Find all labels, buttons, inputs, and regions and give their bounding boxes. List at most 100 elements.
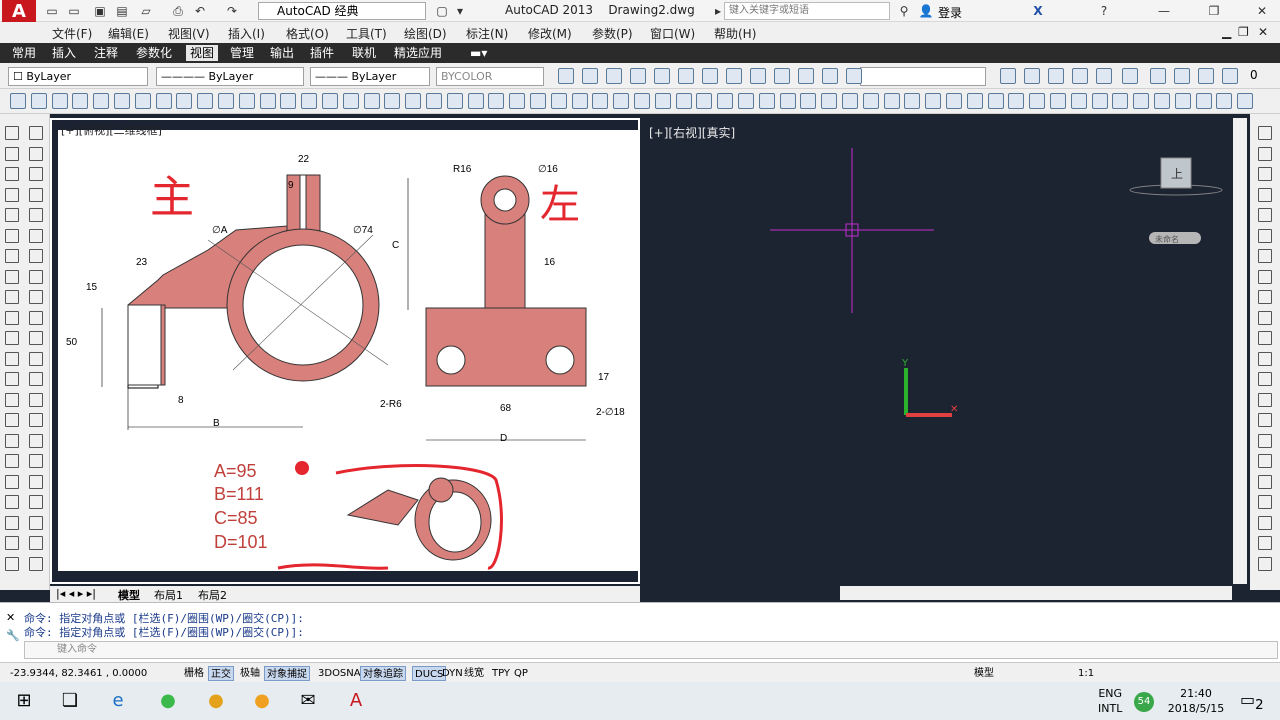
toolbar-button-icon[interactable]: [155, 93, 172, 109]
toolbar-button-icon[interactable]: [1237, 93, 1254, 109]
toolbar-button-icon[interactable]: [1195, 93, 1212, 109]
toolbar-button-icon[interactable]: [758, 93, 775, 109]
toolbar-button-icon[interactable]: [592, 93, 609, 109]
menu-view[interactable]: 视图(V): [168, 25, 210, 42]
tab-manage[interactable]: 管理: [226, 45, 258, 61]
save-icon[interactable]: ▣: [92, 3, 108, 19]
menu-modify[interactable]: 修改(M): [528, 25, 572, 42]
toolbar-button-icon[interactable]: [1070, 93, 1087, 109]
toolbar-button-icon[interactable]: [114, 93, 130, 109]
action-center-icon[interactable]: ▭2: [1240, 690, 1264, 713]
app-icon[interactable]: ●: [198, 686, 234, 716]
doc-minimize-icon[interactable]: ▁: [1222, 25, 1231, 39]
toolbar-button-icon[interactable]: [883, 93, 900, 109]
tool-icon[interactable]: [5, 556, 19, 571]
tool-icon[interactable]: [5, 146, 19, 161]
menu-format[interactable]: 格式(O): [286, 25, 329, 42]
tool-icon[interactable]: [5, 351, 19, 366]
toolbar-button-icon[interactable]: [738, 93, 754, 109]
tool-icon[interactable]: [1258, 310, 1272, 325]
task-view-icon[interactable]: ❏: [52, 686, 88, 716]
minimize-icon[interactable]: —: [1156, 3, 1172, 19]
lineweight-toggle[interactable]: 线宽: [462, 666, 486, 681]
toolbar-button-icon[interactable]: [750, 68, 766, 84]
autocad-taskbar-icon[interactable]: A: [338, 686, 374, 716]
tool-icon[interactable]: [29, 454, 43, 468]
toolbar-button-icon[interactable]: [634, 93, 650, 109]
doc-restore-icon[interactable]: ❐: [1238, 25, 1249, 39]
tool-icon[interactable]: [5, 392, 19, 407]
autocad-logo-icon[interactable]: A: [2, 0, 36, 24]
toolbar-button-icon[interactable]: [1048, 68, 1064, 84]
tool-icon[interactable]: [5, 372, 19, 386]
grid-toggle[interactable]: 栅格: [182, 666, 206, 681]
tool-icon[interactable]: [1258, 515, 1272, 530]
toolbar-button-icon[interactable]: [342, 93, 359, 109]
toolbar-button-icon[interactable]: [509, 93, 526, 109]
toolbar-button-icon[interactable]: [176, 93, 193, 109]
tool-icon[interactable]: [29, 310, 43, 325]
undo-icon[interactable]: ↶: [192, 3, 208, 19]
tab-view[interactable]: 视图: [186, 45, 219, 61]
left-viewport-label[interactable]: [+][俯视][二维线框]: [61, 122, 162, 138]
toolbar-button-icon[interactable]: [558, 68, 574, 84]
toolbar-button-icon[interactable]: [842, 93, 858, 109]
toolbar-button-icon[interactable]: [1072, 68, 1088, 84]
toolbar-button-icon[interactable]: [93, 93, 110, 109]
toolbar-button-icon[interactable]: [1133, 93, 1150, 109]
toolbar-button-icon[interactable]: [606, 68, 622, 84]
toolbar-button-icon[interactable]: [1091, 93, 1108, 109]
toolbar-button-icon[interactable]: [800, 93, 817, 109]
toolbar-button-icon[interactable]: [822, 68, 838, 84]
tool-icon[interactable]: [5, 495, 19, 509]
toolbar-button-icon[interactable]: [675, 93, 692, 109]
tool-icon[interactable]: [5, 433, 19, 448]
lineweight-combo[interactable]: ——— ByLayer: [310, 67, 430, 86]
tool-icon[interactable]: [1258, 433, 1272, 448]
tab-insert[interactable]: 插入: [48, 45, 80, 61]
tool-icon[interactable]: [5, 413, 19, 427]
tool-icon[interactable]: [5, 310, 19, 325]
tool-icon[interactable]: [5, 167, 19, 181]
mail-icon[interactable]: ✉: [290, 686, 326, 716]
toolbar-button-icon[interactable]: [571, 93, 588, 109]
tool-icon[interactable]: [1258, 495, 1272, 509]
toolbar-button-icon[interactable]: [654, 93, 671, 109]
toolbar-button-icon[interactable]: [446, 93, 463, 109]
doc-close-icon[interactable]: ✕: [1258, 25, 1268, 39]
tool-icon[interactable]: [29, 126, 43, 140]
toolbar-button-icon[interactable]: [384, 93, 401, 109]
toolbar-button-icon[interactable]: [10, 93, 26, 109]
toolbar-button-icon[interactable]: [1000, 68, 1016, 84]
redo-icon[interactable]: ↷: [224, 3, 240, 19]
toolbar-button-icon[interactable]: [726, 68, 742, 84]
toolbar-button-icon[interactable]: [1154, 93, 1170, 109]
app-icon-2[interactable]: ●: [244, 686, 280, 716]
tool-icon[interactable]: [29, 372, 43, 386]
tab-online[interactable]: 联机: [348, 45, 380, 61]
toolbar-button-icon[interactable]: [582, 68, 598, 84]
toolbar-button-icon[interactable]: [1122, 68, 1138, 84]
toolbar-button-icon[interactable]: [1008, 93, 1025, 109]
tool-icon[interactable]: [29, 495, 43, 509]
toolbar-button-icon[interactable]: [72, 93, 89, 109]
toolbar-button-icon[interactable]: [774, 68, 790, 84]
toolbar-button-icon[interactable]: [426, 93, 442, 109]
windows-start-icon[interactable]: ⊞: [6, 686, 42, 716]
plotstyle-combo[interactable]: BYCOLOR: [436, 67, 544, 86]
tool-icon[interactable]: [1258, 126, 1272, 140]
menu-window[interactable]: 窗口(W): [650, 25, 695, 42]
tool-icon[interactable]: [5, 454, 19, 468]
tab-featured[interactable]: 精选应用: [390, 45, 446, 61]
toolbar-button-icon[interactable]: [30, 93, 47, 109]
ortho-toggle[interactable]: 正交: [208, 666, 234, 681]
login-label[interactable]: 登录: [938, 4, 962, 21]
tool-icon[interactable]: [29, 413, 43, 427]
tool-icon[interactable]: [29, 392, 43, 407]
toolbar-button-icon[interactable]: [630, 68, 646, 84]
toolbar-button-icon[interactable]: [1024, 68, 1040, 84]
binoculars-icon[interactable]: ⚲: [896, 3, 912, 19]
toolbar-button-icon[interactable]: [925, 93, 942, 109]
toolbar-button-icon[interactable]: [821, 93, 838, 109]
tool-icon[interactable]: [1258, 556, 1272, 571]
